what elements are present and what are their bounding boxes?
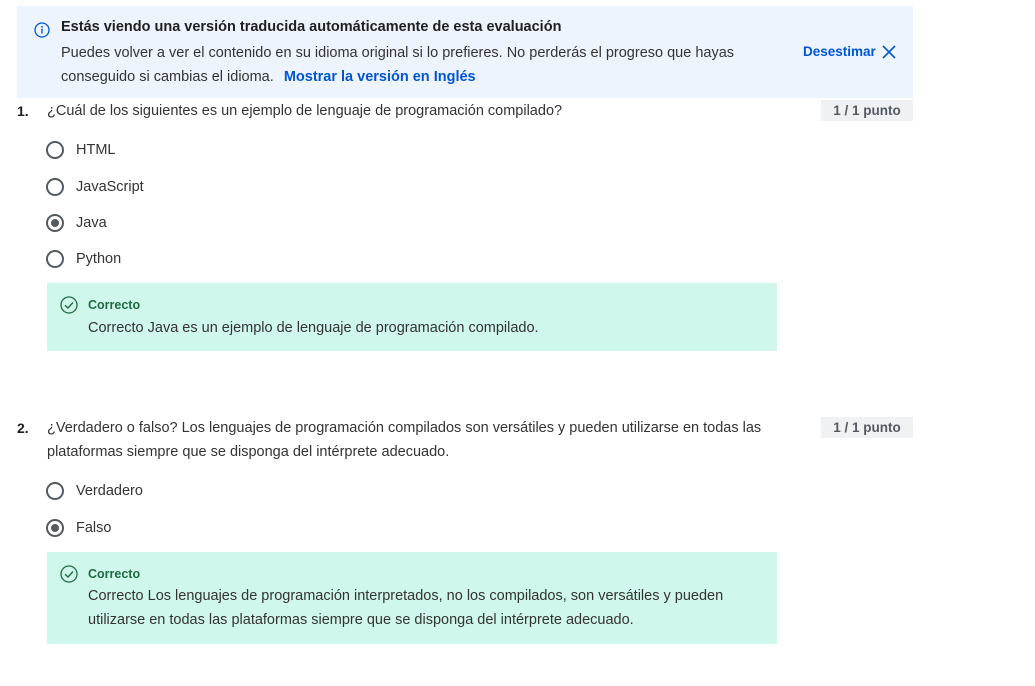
dismiss-button[interactable]: Desestimar (803, 44, 876, 59)
points-badge: 1 / 1 punto (821, 417, 913, 438)
option-label: HTML (76, 142, 116, 158)
radio-button[interactable] (46, 141, 64, 159)
show-original-language-link[interactable]: Mostrar la versión en Inglés (284, 69, 476, 85)
option-label: Java (76, 215, 107, 231)
option-label: Verdadero (76, 483, 143, 499)
banner-title: Estás viendo una versión traducida autom… (61, 19, 562, 35)
question-text: ¿Cuál de los siguientes es un ejemplo de… (47, 103, 563, 119)
option-label: JavaScript (76, 179, 144, 195)
question-number: 2. (17, 420, 29, 436)
option-label: Python (76, 251, 122, 267)
translation-banner: Estás viendo una versión traducida autom… (17, 6, 913, 98)
check-circle-icon (60, 296, 78, 314)
option-html[interactable]: HTML (46, 138, 115, 162)
radio-button-selected[interactable] (46, 519, 64, 537)
option-javascript[interactable]: JavaScript (46, 175, 144, 199)
radio-button[interactable] (46, 250, 64, 268)
question-number: 1. (17, 103, 29, 119)
question-text: ¿Verdadero o falso? Los lenguajes de pro… (47, 420, 762, 460)
info-icon (34, 22, 50, 38)
option-verdadero[interactable]: Verdadero (46, 479, 143, 503)
close-icon[interactable] (881, 44, 897, 60)
option-label: Falso (76, 520, 112, 536)
feedback-text: Correcto Los lenguajes de programación i… (88, 588, 724, 628)
feedback-correct: Correcto Correcto Java es un ejemplo de … (47, 283, 777, 351)
check-circle-icon (60, 565, 78, 583)
banner-body: Puedes volver a ver el contenido en su i… (61, 41, 781, 89)
points-badge: 1 / 1 punto (821, 100, 913, 121)
option-python[interactable]: Python (46, 247, 121, 271)
feedback-title: Correcto (88, 298, 141, 312)
radio-button-selected[interactable] (46, 214, 64, 232)
option-java[interactable]: Java (46, 211, 107, 235)
radio-button[interactable] (46, 482, 64, 500)
feedback-correct: Correcto Correcto Los lenguajes de progr… (47, 552, 777, 644)
option-falso[interactable]: Falso (46, 516, 111, 540)
feedback-text: Correcto Java es un ejemplo de lenguaje … (88, 320, 539, 336)
feedback-title: Correcto (88, 567, 141, 581)
radio-button[interactable] (46, 178, 64, 196)
